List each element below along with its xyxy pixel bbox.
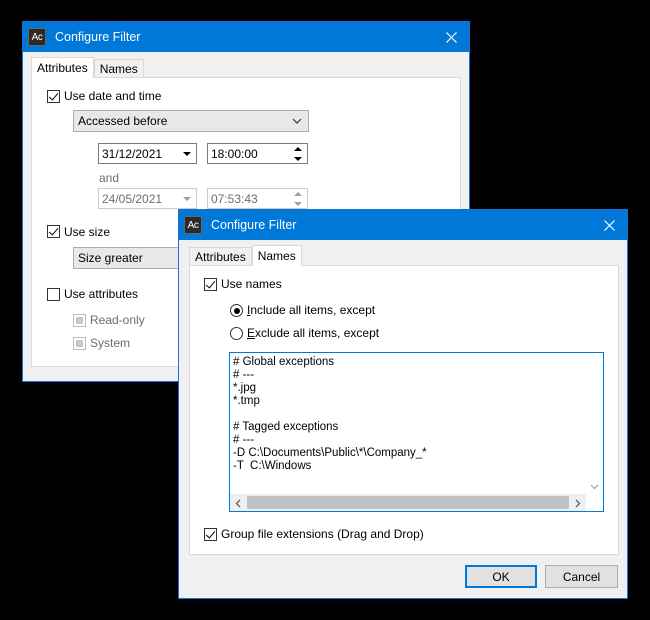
dropdown-arrow-icon [183, 152, 191, 156]
group-extensions-label: Group file extensions (Drag and Drop) [221, 527, 424, 541]
app-icon: Ac [28, 28, 46, 46]
title-bar[interactable]: Ac Configure Filter [23, 22, 469, 52]
tab-label: Attributes [195, 250, 246, 264]
spinner-icon [294, 191, 303, 207]
time-from-value: 18:00:00 [211, 146, 258, 161]
time-to-picker: 07:53:43 [207, 188, 308, 209]
size-mode-select[interactable]: Size greater [73, 247, 193, 269]
date-from-picker[interactable]: 31/12/2021 [98, 143, 197, 164]
system-checkbox [73, 337, 86, 350]
date-to-value: 24/05/2021 [102, 191, 163, 206]
tab-names[interactable]: Names [251, 245, 302, 266]
scroll-thumb[interactable] [247, 496, 569, 509]
exception-line: # --- [233, 369, 255, 381]
window-title: Configure Filter [211, 218, 297, 232]
include-radio[interactable] [230, 304, 243, 317]
close-icon [445, 31, 457, 43]
title-bar[interactable]: Ac Configure Filter [179, 210, 627, 240]
readonly-checkbox [73, 314, 86, 327]
close-icon [603, 219, 615, 231]
and-label: and [99, 171, 120, 185]
close-button[interactable] [591, 210, 627, 240]
vertical-scrollbar[interactable] [586, 353, 603, 494]
exception-line: -T C:\Windows [233, 460, 312, 472]
tab-label: Names [257, 249, 296, 263]
system-label: System [90, 336, 131, 350]
names-panel: Use names Include all items, except Excl… [189, 265, 619, 555]
exception-line: *.tmp [233, 395, 260, 407]
tab-attributes[interactable]: Attributes [189, 247, 252, 266]
chevron-down-icon [590, 484, 599, 490]
cancel-button[interactable]: Cancel [545, 565, 618, 588]
use-names-label: Use names [221, 277, 282, 291]
window-title: Configure Filter [55, 30, 141, 44]
exception-line: # --- [233, 434, 255, 446]
spinner-icon[interactable] [294, 146, 303, 162]
time-from-picker[interactable]: 18:00:00 [207, 143, 308, 164]
exception-line [233, 408, 427, 421]
tab-attributes[interactable]: Attributes [31, 57, 94, 78]
chevron-down-icon [292, 118, 302, 124]
exclude-radio[interactable] [230, 327, 243, 340]
date-from-value: 31/12/2021 [102, 146, 163, 161]
exception-line: *.jpg [233, 382, 257, 394]
chevron-right-icon [575, 499, 581, 508]
date-to-picker: 24/05/2021 [98, 188, 197, 209]
size-mode-value: Size greater [78, 251, 143, 265]
readonly-label: Read-only [90, 313, 145, 327]
group-extensions-checkbox[interactable] [204, 528, 217, 541]
tab-label: Names [99, 62, 138, 76]
include-radio-label: Include all items, except [247, 303, 376, 317]
use-date-time-label: Use date and time [64, 89, 162, 103]
exception-line: # Tagged exceptions [233, 421, 339, 433]
tab-names[interactable]: Names [93, 59, 144, 78]
use-size-label: Use size [64, 225, 111, 239]
exception-line: # Global exceptions [233, 356, 335, 368]
date-mode-select[interactable]: Accessed before [73, 110, 309, 132]
use-size-checkbox[interactable] [47, 225, 60, 238]
use-names-checkbox[interactable] [204, 278, 217, 291]
front-dialog: Ac Configure Filter Attributes Names Use… [178, 209, 628, 599]
tab-label: Attributes [37, 61, 88, 75]
time-to-value: 07:53:43 [211, 191, 258, 206]
ok-button[interactable]: OK [465, 565, 537, 588]
app-icon: Ac [184, 216, 202, 234]
use-date-time-checkbox[interactable] [47, 90, 60, 103]
close-button[interactable] [433, 22, 469, 52]
date-mode-value: Accessed before [78, 114, 168, 128]
dropdown-arrow-icon [183, 197, 191, 201]
chevron-left-icon [235, 499, 241, 508]
exclude-radio-label: Exclude all items, except [247, 326, 380, 340]
horizontal-scrollbar[interactable] [230, 494, 586, 511]
use-attributes-label: Use attributes [64, 287, 139, 301]
use-attributes-checkbox[interactable] [47, 288, 60, 301]
exceptions-textarea[interactable]: # Global exceptions # --- *.jpg *.tmp # Tag… [229, 352, 604, 512]
exceptions-text: # Global exceptions # --- *.jpg *.tmp # Tag… [233, 356, 427, 473]
exception-line: -D C:\Documents\Public\*\Company_* [233, 447, 427, 459]
